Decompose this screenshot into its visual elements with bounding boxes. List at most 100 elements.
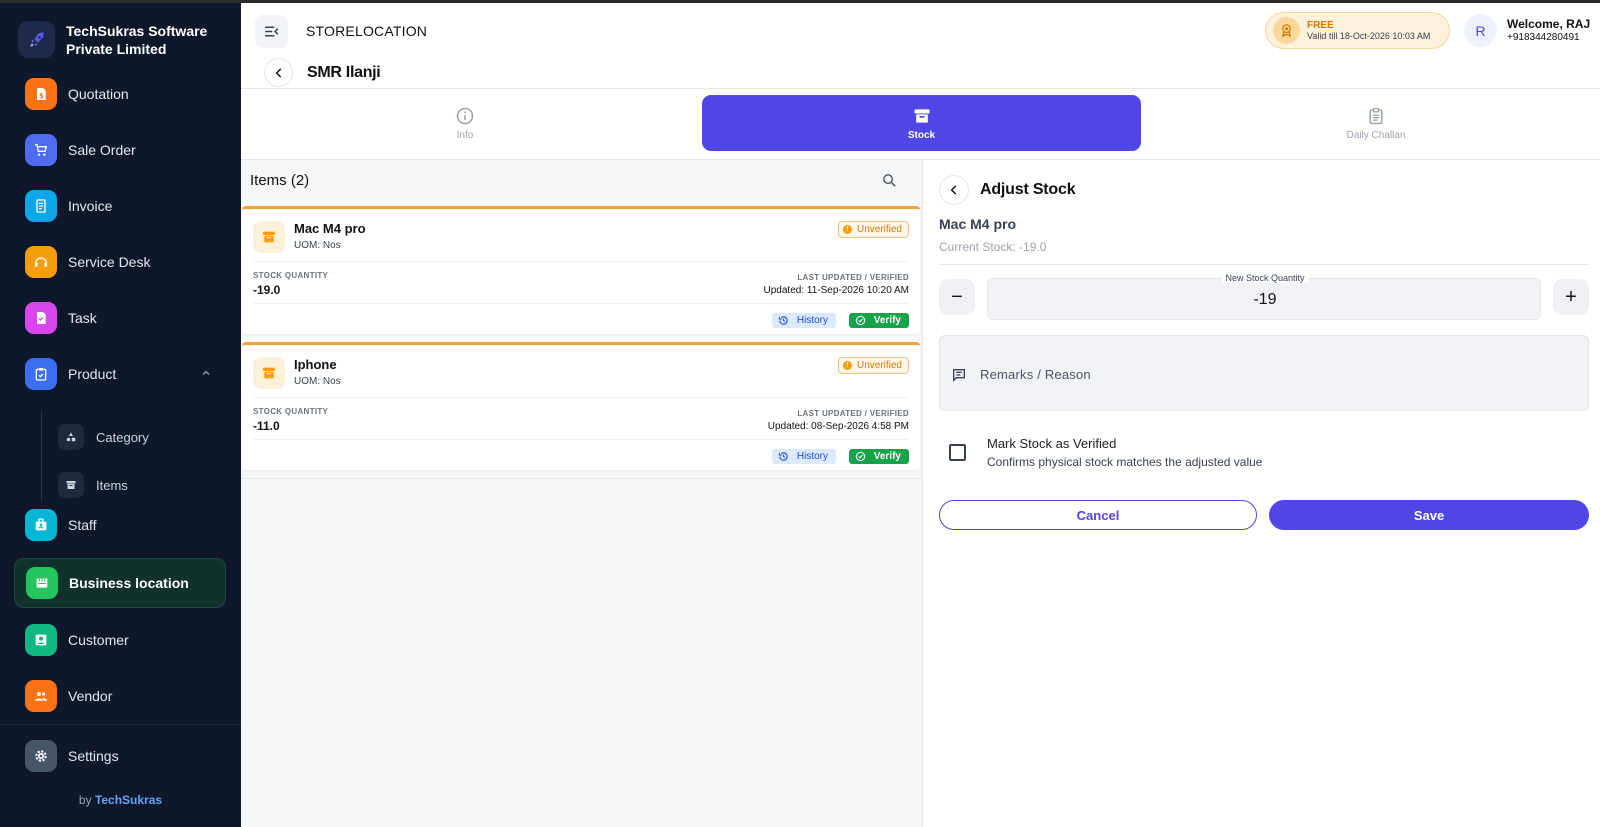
- sidebar-item-business-location[interactable]: Business location: [14, 558, 226, 608]
- brand: TechSukras Software Private Limited: [18, 21, 216, 58]
- mark-verified-label: Mark Stock as Verified: [987, 436, 1117, 451]
- sidebar-subitem-items[interactable]: Items: [58, 471, 128, 499]
- status-text: Unverified: [856, 360, 902, 371]
- adjust-divider: [939, 264, 1589, 265]
- info-icon: [456, 107, 474, 124]
- mark-verified-hint: Confirms physical stock matches the adju…: [987, 455, 1263, 469]
- sidebar-item-task[interactable]: Task: [14, 293, 226, 343]
- last-updated-value: Updated: 08-Sep-2026 4:58 PM: [767, 421, 909, 432]
- sidebar-subitem-label: Category: [96, 429, 149, 445]
- save-button[interactable]: Save: [1269, 500, 1589, 530]
- brand-name: TechSukras Software Private Limited: [66, 22, 208, 57]
- sidebar-item-label: Sale Order: [68, 142, 136, 158]
- sidebar-item-settings[interactable]: Settings: [14, 731, 226, 781]
- location-title: SMR Ilanji: [307, 64, 381, 81]
- footer-brand-link[interactable]: TechSukras: [95, 793, 162, 807]
- main-content: STORELOCATION SMR Ilanji FREE Valid till…: [241, 3, 1600, 827]
- gear-icon: [25, 740, 57, 772]
- items-heading: Items (2): [250, 172, 310, 189]
- verify-label: Verify: [873, 315, 901, 326]
- chevron-up-icon[interactable]: [200, 366, 212, 384]
- increment-button[interactable]: +: [1553, 279, 1589, 315]
- history-icon: [778, 315, 789, 326]
- sidebar-item-invoice[interactable]: Invoice: [14, 181, 226, 231]
- sidebar-item-staff[interactable]: Staff: [14, 500, 226, 550]
- alert-icon: !: [842, 361, 852, 370]
- sidebar-item-label: Product: [68, 366, 117, 382]
- item-name: Iphone: [294, 357, 337, 372]
- history-button[interactable]: History: [771, 313, 836, 328]
- user-phone: +918344280491: [1507, 32, 1580, 43]
- verified-icon: [855, 315, 866, 326]
- adjust-item-name: Mac M4 pro: [939, 216, 1017, 232]
- sidebar-subitem-category[interactable]: Category: [58, 423, 149, 451]
- box-icon: [914, 108, 929, 123]
- sidebar-item-label: Vendor: [68, 688, 113, 704]
- sidebar-subitem-label: Items: [96, 477, 128, 493]
- status-badge: ! Unverified: [837, 221, 909, 238]
- tab-stock[interactable]: Stock: [702, 95, 1141, 151]
- award-icon: [1273, 17, 1300, 44]
- sidebar-footer: by TechSukras: [0, 793, 241, 807]
- status-badge: ! Unverified: [837, 357, 909, 374]
- item-card[interactable]: Mac M4 pro UOM: Nos ! Unverified STOCK Q…: [242, 206, 920, 334]
- plan-name: FREE: [1307, 19, 1334, 31]
- sidebar-item-label: Invoice: [68, 198, 113, 214]
- history-icon: [778, 451, 789, 462]
- avatar[interactable]: R: [1464, 14, 1497, 47]
- sidebar-item-service-desk[interactable]: Service Desk: [14, 237, 226, 287]
- verify-label: Verify: [873, 451, 901, 462]
- stock-qty-value: -19.0: [253, 283, 281, 297]
- sidebar-item-label: Staff: [68, 517, 97, 533]
- status-text: Unverified: [856, 224, 902, 235]
- search-icon[interactable]: [881, 172, 898, 194]
- item-uom: UOM: Nos: [294, 376, 341, 387]
- decrement-button[interactable]: −: [939, 279, 975, 315]
- staff-icon: [25, 509, 57, 541]
- new-stock-quantity-field[interactable]: New Stock Quantity -19: [987, 273, 1541, 320]
- tab-label: Daily Challan: [1346, 129, 1406, 141]
- verified-icon: [855, 451, 866, 462]
- plan-badge[interactable]: FREE Valid till 18-Oct-2026 10:03 AM: [1265, 12, 1450, 49]
- verify-button[interactable]: Verify: [848, 313, 909, 328]
- quotation-icon: $: [25, 78, 57, 110]
- plan-validity: Valid till 18-Oct-2026 10:03 AM: [1307, 30, 1431, 41]
- tab-label: Info: [456, 129, 474, 141]
- history-label: History: [796, 315, 828, 326]
- app-window: TechSukras Software Private Limited $ Qu…: [0, 3, 1600, 827]
- svg-text:$: $: [39, 92, 44, 100]
- remarks-input[interactable]: Remarks / Reason: [939, 335, 1589, 411]
- sidebar-item-customer[interactable]: Customer: [14, 615, 226, 665]
- box-icon: [253, 357, 285, 389]
- alert-icon: !: [842, 225, 852, 234]
- sidebar-item-product[interactable]: Product: [14, 349, 226, 399]
- remarks-placeholder: Remarks / Reason: [980, 367, 1091, 382]
- sidebar-item-quotation[interactable]: $ Quotation: [14, 69, 226, 119]
- tab-info[interactable]: Info: [249, 95, 681, 151]
- history-button[interactable]: History: [771, 449, 836, 464]
- menu-collapse-button[interactable]: [255, 15, 288, 48]
- adjust-back-button[interactable]: [939, 175, 969, 205]
- qty-value: -19: [1253, 291, 1277, 308]
- box-icon: [253, 221, 285, 253]
- page-title: STORELOCATION: [306, 23, 428, 39]
- back-button[interactable]: [264, 58, 293, 87]
- invoice-icon: [25, 190, 57, 222]
- current-stock: Current Stock: -19.0: [939, 240, 1047, 254]
- cancel-button[interactable]: Cancel: [939, 500, 1257, 530]
- item-card[interactable]: Iphone UOM: Nos ! Unverified STOCK QUANT…: [242, 342, 920, 470]
- last-updated-label: LAST UPDATED / VERIFIED: [797, 273, 909, 282]
- last-updated-value: Updated: 11-Sep-2026 10:20 AM: [763, 285, 909, 296]
- mark-verified-checkbox[interactable]: [949, 444, 966, 461]
- verify-button[interactable]: Verify: [848, 449, 909, 464]
- sidebar-item-sale-order[interactable]: Sale Order: [14, 125, 226, 175]
- task-icon: [25, 302, 57, 334]
- item-uom: UOM: Nos: [294, 240, 341, 251]
- sidebar-item-vendor[interactable]: Vendor: [14, 671, 226, 721]
- customer-icon: [25, 624, 57, 656]
- qty-label: New Stock Quantity: [988, 273, 1542, 283]
- tab-daily-challan[interactable]: Daily Challan: [1161, 95, 1591, 151]
- header: STORELOCATION SMR Ilanji FREE Valid till…: [241, 3, 1600, 89]
- welcome-text: Welcome, RAJ: [1507, 17, 1591, 31]
- comment-icon: [951, 367, 967, 388]
